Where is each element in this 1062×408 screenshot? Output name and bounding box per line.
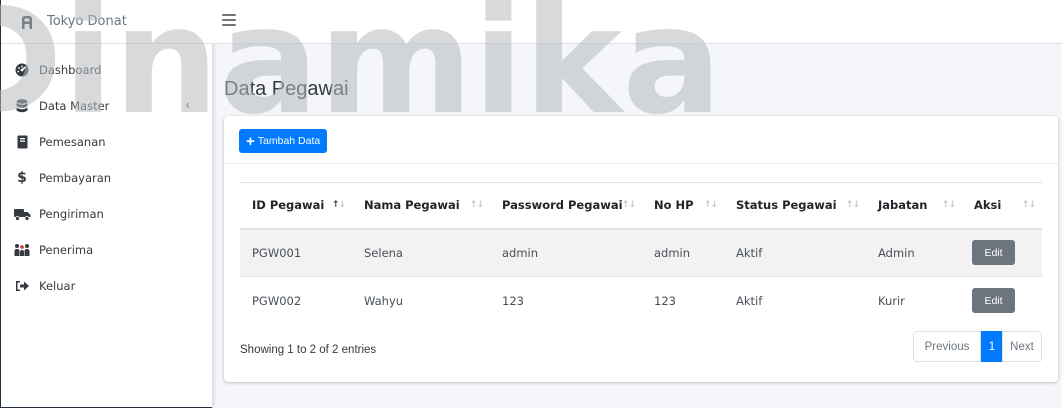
column-header-hp[interactable]: No HP ↑↓ — [642, 182, 724, 230]
previous-page-button[interactable]: Previous — [913, 331, 981, 362]
entries-info: Showing 1 to 2 of 2 entries — [240, 344, 377, 356]
sidebar-item-dashboard[interactable]: Dashboard — [1, 52, 212, 88]
column-label: No HP — [654, 198, 694, 213]
column-header-jabatan[interactable]: Jabatan ↑↓ — [866, 182, 962, 230]
cell-password: 123 — [490, 276, 642, 325]
pagination: Previous 1 Next — [913, 331, 1042, 362]
edit-button[interactable]: Edit — [972, 240, 1015, 266]
sidebar-item-label: Pemesanan — [39, 135, 106, 149]
column-label: Password Pegawai — [502, 198, 623, 213]
cell-hp: admin — [642, 228, 724, 277]
sign-out-icon — [13, 278, 31, 294]
sort-icon: ↑↓ — [621, 200, 636, 210]
sidebar-item-label: Pengiriman — [39, 207, 104, 221]
card-header: + Tambah Data — [224, 116, 1058, 164]
cell-jabatan: Admin — [866, 228, 962, 277]
book-icon — [13, 134, 31, 150]
brand-name: Tokyo Donat — [47, 14, 127, 29]
column-header-password[interactable]: Password Pegawai ↑↓ — [490, 182, 642, 230]
sidebar-item-pembayaran[interactable]: $ Pembayaran — [1, 160, 212, 196]
column-label: Jabatan — [878, 198, 928, 213]
column-header-nama[interactable]: Nama Pegawai ↑↓ — [352, 182, 490, 230]
column-label: Nama Pegawai — [364, 198, 460, 213]
sort-icon: ↑↓ — [331, 200, 346, 210]
edit-button[interactable]: Edit — [972, 288, 1015, 314]
sidebar-item-label: Pembayaran — [39, 171, 112, 185]
sort-icon: ↑↓ — [703, 200, 718, 210]
table-row: PGW001 Selena admin admin Aktif Admin Ed… — [240, 228, 1042, 277]
cell-status: Aktif — [724, 228, 866, 277]
brand[interactable]: Tokyo Donat — [1, 0, 212, 44]
sidebar-item-pengiriman[interactable]: Pengiriman — [1, 196, 212, 232]
a-logo-icon — [17, 13, 37, 31]
sidebar-item-label: Dashboard — [39, 63, 102, 77]
sort-icon: ↑↓ — [941, 200, 956, 210]
column-header-id[interactable]: ID Pegawai ↑↓ — [240, 182, 352, 230]
cell-aksi: Edit — [962, 228, 1042, 277]
cell-status: Aktif — [724, 276, 866, 325]
sidebar-item-label: Keluar — [39, 279, 76, 293]
sidebar-item-penerima[interactable]: Penerima — [1, 232, 212, 268]
sidebar-item-data-master[interactable]: Data Master ‹ — [1, 88, 212, 124]
page-1-button[interactable]: 1 — [981, 331, 1003, 362]
table-header-row: ID Pegawai ↑↓ Nama Pegawai ↑↓ Password Peg… — [240, 182, 1042, 230]
employee-table: ID Pegawai ↑↓ Nama Pegawai ↑↓ Password Peg… — [240, 182, 1042, 325]
page-title: Data Pegawai — [224, 78, 349, 100]
sidebar: Tokyo Donat Dashboard Data Master ‹ Peme… — [0, 0, 212, 408]
dollar-icon: $ — [17, 170, 27, 186]
sort-icon: ↑↓ — [1021, 200, 1036, 210]
cell-aksi: Edit — [962, 276, 1042, 325]
next-page-button[interactable]: Next — [1002, 331, 1042, 362]
column-label: ID Pegawai — [252, 198, 325, 213]
column-header-aksi[interactable]: Aksi ↑↓ — [962, 182, 1042, 230]
column-header-status[interactable]: Status Pegawai ↑↓ — [724, 182, 866, 230]
chevron-left-icon[interactable]: ‹ — [185, 98, 190, 112]
cell-password: admin — [490, 228, 642, 277]
cell-hp: 123 — [642, 276, 724, 325]
hamburger-menu-icon[interactable] — [222, 14, 236, 26]
cell-id: PGW002 — [240, 276, 352, 325]
truck-icon — [13, 206, 31, 222]
sidebar-nav: Dashboard Data Master ‹ Pemesanan $ Pemb… — [1, 44, 212, 304]
add-data-button[interactable]: + Tambah Data — [239, 129, 328, 153]
sidebar-item-label: Data Master — [39, 99, 110, 113]
cell-nama: Selena — [352, 228, 490, 277]
add-data-label: Tambah Data — [257, 135, 321, 147]
column-label: Status Pegawai — [736, 198, 837, 213]
sidebar-item-keluar[interactable]: Keluar — [1, 268, 212, 304]
top-navbar — [212, 0, 1062, 44]
dashboard-icon — [13, 62, 31, 78]
cell-jabatan: Kurir — [866, 276, 962, 325]
data-card: + Tambah Data ID Pegawai ↑↓ Nama Pegawai ↑… — [224, 116, 1058, 382]
sidebar-item-label: Penerima — [39, 243, 94, 257]
sort-icon: ↑↓ — [845, 200, 860, 210]
cell-id: PGW001 — [240, 228, 352, 277]
cell-nama: Wahyu — [352, 276, 490, 325]
people-icon — [13, 242, 31, 258]
sidebar-item-pemesanan[interactable]: Pemesanan — [1, 124, 212, 160]
table-row: PGW002 Wahyu 123 123 Aktif Kurir Edit — [240, 276, 1042, 325]
column-label: Aksi — [974, 198, 1002, 213]
sort-icon: ↑↓ — [469, 200, 484, 210]
plus-icon: + — [246, 132, 255, 150]
database-icon — [13, 98, 31, 114]
